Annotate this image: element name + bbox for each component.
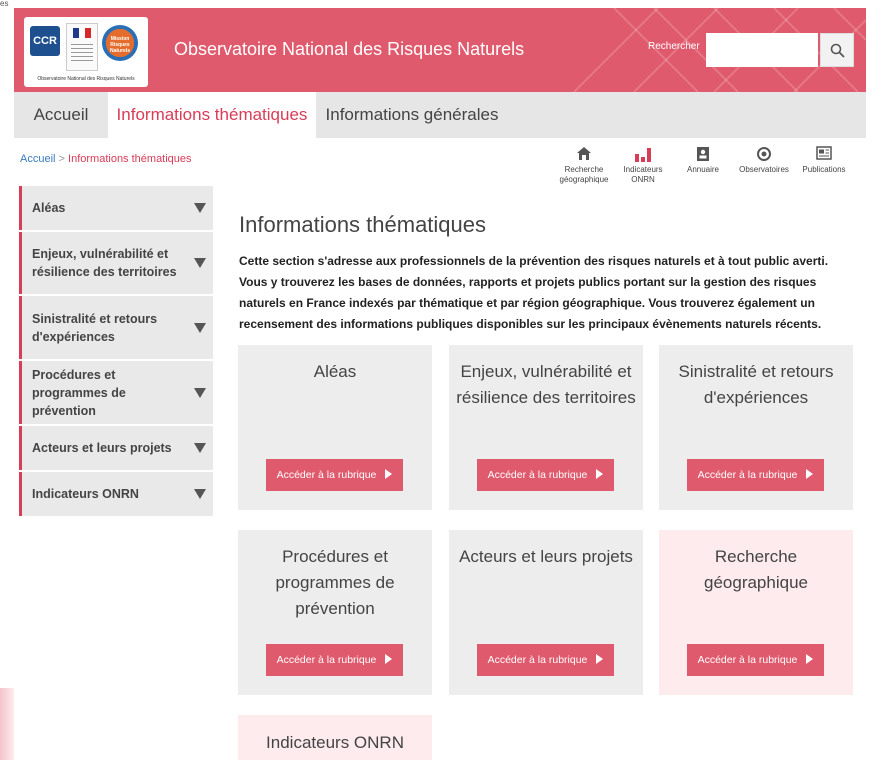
play-arrow-icon [806, 469, 814, 480]
card-title: Sinistralité et retours d'expériences [678, 362, 834, 407]
site-header: CCR Mission Risques Naturels Observatoir… [14, 8, 866, 92]
breadcrumb: Accueil > Informations thématiques [20, 153, 192, 165]
caret-down-icon [194, 387, 206, 398]
sidebar-item-label: Acteurs et leurs projets [32, 441, 172, 455]
breadcrumb-home[interactable]: Accueil [20, 153, 55, 165]
home-map-icon [577, 147, 591, 160]
ccr-logo: CCR [30, 26, 60, 56]
sidebar-item-label: Aléas [32, 201, 66, 215]
site-title[interactable]: Observatoire National des Risques Nature… [174, 39, 524, 60]
sidebar-item-label: Procédures et programmes de prévention [32, 367, 126, 418]
card-button-acteurs[interactable]: Accéder à la rubrique [477, 644, 614, 676]
newspaper-icon [816, 146, 832, 160]
quick-link-recherche-geographique[interactable]: Recherche géographique [555, 146, 613, 185]
card-title: Aléas [313, 362, 357, 381]
card-title: Acteurs et leurs projets [459, 547, 633, 566]
nav-informations-generales[interactable]: Informations générales [316, 92, 508, 138]
card-button-sinistralite[interactable]: Accéder à la rubrique [687, 459, 824, 491]
play-arrow-icon [596, 469, 604, 480]
card-title: Recherche géographique [704, 547, 808, 592]
caret-down-icon [194, 322, 206, 333]
play-arrow-icon [385, 469, 393, 480]
breadcrumb-separator: > [58, 153, 65, 165]
quick-link-publications[interactable]: Publications [797, 146, 851, 175]
sidebar-item-sinistralite[interactable]: Sinistralité et retours d'expériences [19, 296, 213, 359]
search-input[interactable] [706, 33, 818, 67]
bar-chart-icon [635, 148, 651, 162]
sidebar-item-acteurs[interactable]: Acteurs et leurs projets [19, 426, 213, 470]
eye-icon [757, 147, 771, 161]
card-enjeux: Enjeux, vulnérabilité et résilience des … [449, 345, 643, 510]
sidebar-item-enjeux[interactable]: Enjeux, vulnérabilité et résilience des … [19, 232, 213, 294]
main-nav: Accueil Informations thématiques Informa… [14, 92, 866, 138]
sidebar: Aléas Enjeux, vulnérabilité et résilienc… [19, 186, 213, 518]
quick-link-observatoires[interactable]: Observatoires [735, 146, 793, 175]
intro-text: Cette section s'adresse aux professionne… [239, 254, 829, 331]
play-arrow-icon [596, 654, 604, 665]
card-button-enjeux[interactable]: Accéder à la rubrique [477, 459, 614, 491]
magnifier-icon [830, 43, 845, 58]
card-indicateurs-onrn: Indicateurs ONRN [238, 715, 432, 760]
sidebar-item-aleas[interactable]: Aléas [19, 186, 213, 230]
card-button-procedures[interactable]: Accéder à la rubrique [266, 644, 403, 676]
card-button-recherche-geographique[interactable]: Accéder à la rubrique [687, 644, 824, 676]
card-title: Procédures et programmes de prévention [275, 547, 395, 618]
card-sinistralite: Sinistralité et retours d'expériences Ac… [659, 345, 853, 510]
sidebar-item-label: Enjeux, vulnérabilité et résilience des … [32, 247, 177, 279]
nav-accueil[interactable]: Accueil [14, 92, 108, 138]
decorative-fragment [0, 688, 14, 760]
sidebar-item-label: Indicateurs ONRN [32, 487, 139, 501]
breadcrumb-current: Informations thématiques [68, 153, 192, 165]
card-title: Indicateurs ONRN [266, 733, 404, 752]
play-arrow-icon [806, 654, 814, 665]
corner-text: es [0, 0, 9, 8]
quick-link-indicateurs[interactable]: Indicateurs ONRN [617, 146, 669, 185]
card-acteurs: Acteurs et leurs projets Accéder à la ru… [449, 530, 643, 695]
search-label: Rechercher [648, 41, 700, 52]
site-logo[interactable]: CCR Mission Risques Naturels Observatoir… [24, 17, 148, 87]
sidebar-item-label: Sinistralité et retours d'expériences [32, 311, 158, 344]
caret-down-icon [194, 203, 206, 213]
card-button-aleas[interactable]: Accéder à la rubrique [266, 459, 403, 491]
logo-caption: Observatoire National des Risques Nature… [37, 76, 135, 82]
card-recherche-geographique: Recherche géographique Accéder à la rubr… [659, 530, 853, 695]
caret-down-icon [194, 443, 206, 453]
sidebar-item-procedures[interactable]: Procédures et programmes de prévention [19, 361, 213, 424]
republique-francaise-logo [66, 23, 98, 71]
card-title: Enjeux, vulnérabilité et résilience des … [456, 362, 636, 407]
card-aleas: Aléas Accéder à la rubrique [238, 345, 432, 510]
page-title: Informations thématiques [239, 212, 487, 237]
caret-down-icon [194, 258, 206, 268]
sidebar-item-indicateurs[interactable]: Indicateurs ONRN [19, 472, 213, 516]
play-arrow-icon [385, 654, 393, 665]
search-button[interactable] [820, 33, 854, 67]
card-procedures: Procédures et programmes de prévention A… [238, 530, 432, 695]
quick-link-annuaire[interactable]: Annuaire [680, 146, 726, 175]
caret-down-icon [194, 489, 206, 499]
address-book-icon [697, 147, 709, 161]
nav-informations-thematiques[interactable]: Informations thématiques [108, 92, 316, 138]
mrn-logo: Mission Risques Naturels [102, 25, 138, 61]
